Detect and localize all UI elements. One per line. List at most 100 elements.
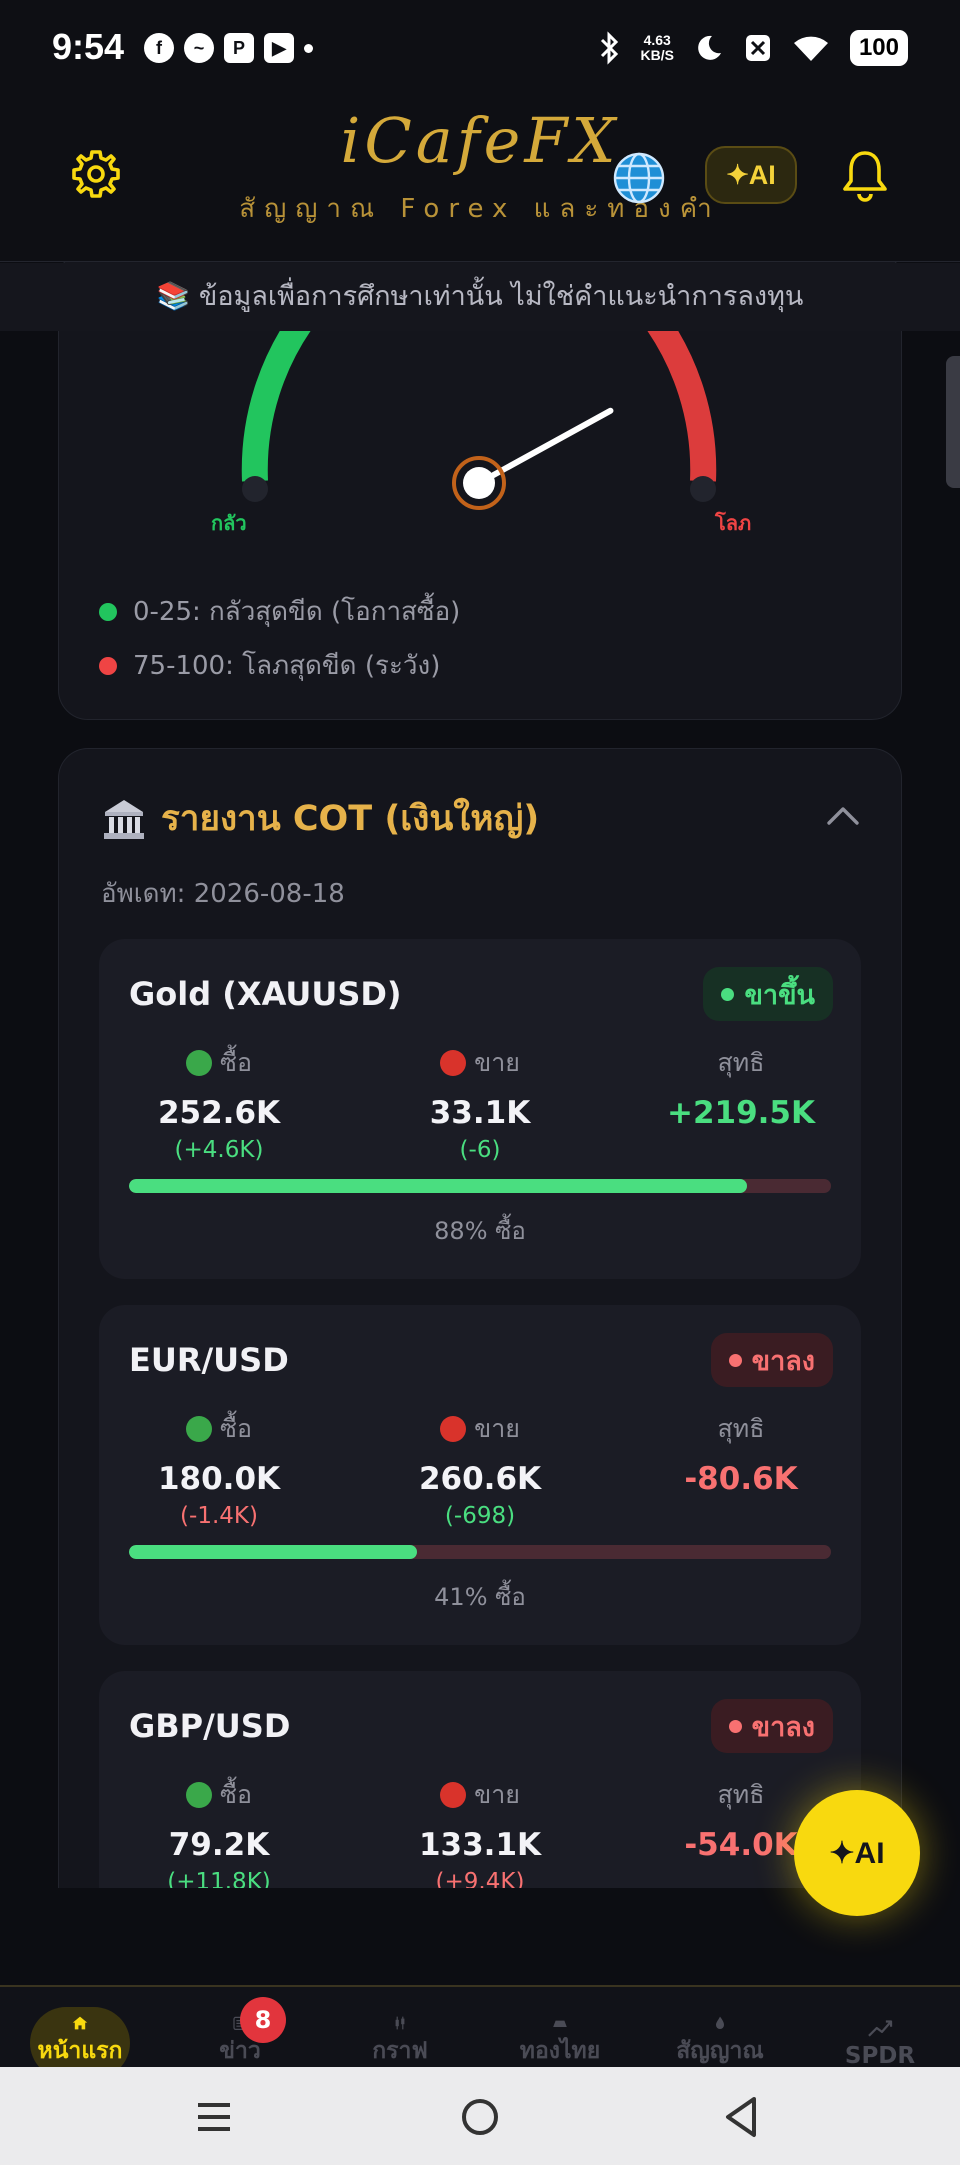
- buy-change: (+4.6K): [174, 1137, 264, 1163]
- sell-value: 133.1K: [418, 1827, 542, 1863]
- nav-spdr[interactable]: SPDR: [800, 1987, 960, 2069]
- trend-badge: ขาลง: [710, 1333, 833, 1387]
- nav-news[interactable]: ข่าว: [160, 1987, 320, 2069]
- legend-greed-text: 75-100: โลภสุดขีด (ระวัง): [133, 651, 441, 681]
- sell-value: 33.1K: [429, 1095, 531, 1131]
- notification-bell-icon[interactable]: [840, 148, 890, 202]
- fear-greed-gauge: [241, 331, 717, 510]
- cot-title: รายงาน COT (เงินใหญ่): [161, 799, 540, 839]
- pair-name: Gold (XAUUSD): [129, 975, 402, 1013]
- cot-pair-card[interactable]: Gold (XAUUSD) ขาขึ้น ซื้อ 252.6K (+4.6K)…: [99, 939, 861, 1279]
- buy-column: ซื้อ 180.0K (-1.4K): [99, 1409, 339, 1529]
- legend-dot-red: [99, 656, 117, 675]
- net-value: +219.5K: [666, 1095, 816, 1131]
- green-circle-icon: [186, 1416, 212, 1442]
- globe-language-icon[interactable]: [611, 150, 667, 206]
- app-tagline: สัญญาณ Forex และทองคำ: [239, 194, 721, 224]
- wifi-icon: [793, 36, 828, 61]
- red-circle-icon: [440, 1050, 467, 1076]
- buy-ratio-fill: [129, 1545, 417, 1559]
- gauge-fear-arc: [241, 331, 311, 482]
- trend-icon: [868, 2020, 893, 2037]
- moon-icon: [698, 35, 721, 60]
- battery-indicator: 100: [849, 30, 908, 66]
- pair-name: GBP/USD: [129, 1707, 291, 1745]
- app-logo: iCafeFX: [340, 104, 620, 177]
- net-column: สุทธิ +219.5K: [621, 1043, 861, 1131]
- youtube-icon: ▶: [264, 33, 294, 63]
- status-time: 9:54: [52, 26, 125, 67]
- buy-ratio-label: 41% ซื้อ: [434, 1583, 526, 1611]
- net-value: -80.6K: [684, 1461, 798, 1497]
- green-circle-icon: [186, 1782, 212, 1808]
- cot-updated-date: อัพเดท: 2026-08-18: [101, 879, 345, 909]
- gauge-fear-label: กลัว: [211, 511, 247, 535]
- app-header-overlay: iCafeFX สัญญาณ Forex และทองคำ ✦AI: [0, 100, 960, 262]
- gauge-needle: [476, 407, 614, 486]
- app-icon: P: [224, 33, 254, 63]
- sell-change: (-6): [459, 1137, 501, 1163]
- red-circle-icon: [440, 1416, 467, 1442]
- home-icon: [72, 2016, 88, 2030]
- home-button-icon[interactable]: [452, 2089, 508, 2145]
- recent-apps-icon[interactable]: [186, 2089, 242, 2145]
- more-notifications-dot: [304, 43, 313, 53]
- nav-home[interactable]: หน้าแรก: [0, 1987, 160, 2069]
- pair-name: EUR/USD: [129, 1341, 289, 1379]
- green-circle-icon: [186, 1050, 212, 1076]
- system-navigation-bar: [0, 2067, 960, 2165]
- flame-icon: [716, 2016, 724, 2029]
- gauge-greed-arc: [647, 331, 717, 482]
- buy-ratio-bar: [129, 1545, 831, 1559]
- trend-badge: ขาขึ้น: [703, 967, 833, 1021]
- ai-assistant-button[interactable]: ✦AI: [705, 146, 797, 204]
- buy-ratio-bar: [129, 1179, 831, 1193]
- notification-app-icon: [745, 35, 770, 61]
- bank-icon: [104, 799, 144, 839]
- chevron-up-icon[interactable]: [825, 801, 861, 831]
- nav-chart[interactable]: กราฟ: [320, 1987, 480, 2069]
- status-app-icons: f ~ P ▶: [144, 33, 313, 63]
- net-speed: 4.63 KB/S: [640, 32, 674, 63]
- news-notification-badge: 8: [240, 1997, 286, 2043]
- red-circle-icon: [440, 1782, 467, 1808]
- disclaimer-banner-overlay: 📚 ข้อมูลเพื่อการศึกษาเท่านั้น ไม่ใช่คำแน…: [0, 263, 960, 331]
- ai-chat-fab[interactable]: ✦AI: [794, 1790, 920, 1916]
- chart-icon: [395, 2016, 405, 2030]
- trend-badge: ขาลง: [710, 1699, 833, 1753]
- legend-greed: 75-100: โลภสุดขีด (ระวัง): [99, 645, 440, 686]
- buy-change: (+11.8K): [167, 1869, 271, 1888]
- net-column: สุทธิ -80.6K: [621, 1409, 861, 1497]
- sell-value: 260.6K: [418, 1461, 542, 1497]
- nav-signals[interactable]: สัญญาณ: [640, 1987, 800, 2069]
- buy-column: ซื้อ 252.6K (+4.6K): [99, 1043, 339, 1163]
- bottom-navigation: หน้าแรก ข่าว 8 กราฟ ทองไทย สัญญาณ SPDR: [0, 1985, 960, 2079]
- sell-change: (+9.4K): [435, 1869, 525, 1888]
- sell-column: ขาย 260.6K (-698): [360, 1409, 600, 1529]
- buy-change: (-1.4K): [180, 1503, 258, 1529]
- cot-pair-card[interactable]: GBP/USD ขาลง ซื้อ 79.2K (+11.8K) ขาย 133…: [99, 1671, 861, 1888]
- buy-ratio-fill: [129, 1179, 747, 1193]
- bluetooth-icon: [600, 31, 618, 65]
- legend-dot-green: [99, 602, 117, 621]
- buy-value: 180.0K: [157, 1461, 281, 1497]
- sell-column: ขาย 133.1K (+9.4K): [360, 1775, 600, 1888]
- sell-column: ขาย 33.1K (-6): [360, 1043, 600, 1163]
- cot-report-card: รายงาน COT (เงินใหญ่) อัพเดท: 2026-08-18…: [58, 748, 902, 1888]
- scroll-indicator[interactable]: [946, 356, 960, 488]
- sell-change: (-698): [444, 1503, 516, 1529]
- cot-header[interactable]: รายงาน COT (เงินใหญ่): [101, 791, 539, 846]
- gold-bar-icon: [553, 2020, 567, 2027]
- gauge-pivot: [463, 467, 495, 499]
- buy-value: 79.2K: [168, 1827, 270, 1863]
- messenger-icon: ~: [184, 33, 214, 63]
- facebook-icon: f: [144, 33, 174, 63]
- cot-pair-card[interactable]: EUR/USD ขาลง ซื้อ 180.0K (-1.4K) ขาย 260…: [99, 1305, 861, 1645]
- buy-value: 252.6K: [157, 1095, 281, 1131]
- buy-column: ซื้อ 79.2K (+11.8K): [99, 1775, 339, 1888]
- nav-thai-gold[interactable]: ทองไทย: [480, 1987, 640, 2069]
- status-right-icons: 4.63 KB/S 100: [599, 30, 908, 66]
- back-button-icon[interactable]: [714, 2089, 770, 2145]
- status-bar: 9:54 f ~ P ▶ 4.63 KB/S 100: [0, 0, 960, 100]
- legend-fear: 0-25: กลัวสุดขีด (โอกาสซื้อ): [99, 591, 460, 632]
